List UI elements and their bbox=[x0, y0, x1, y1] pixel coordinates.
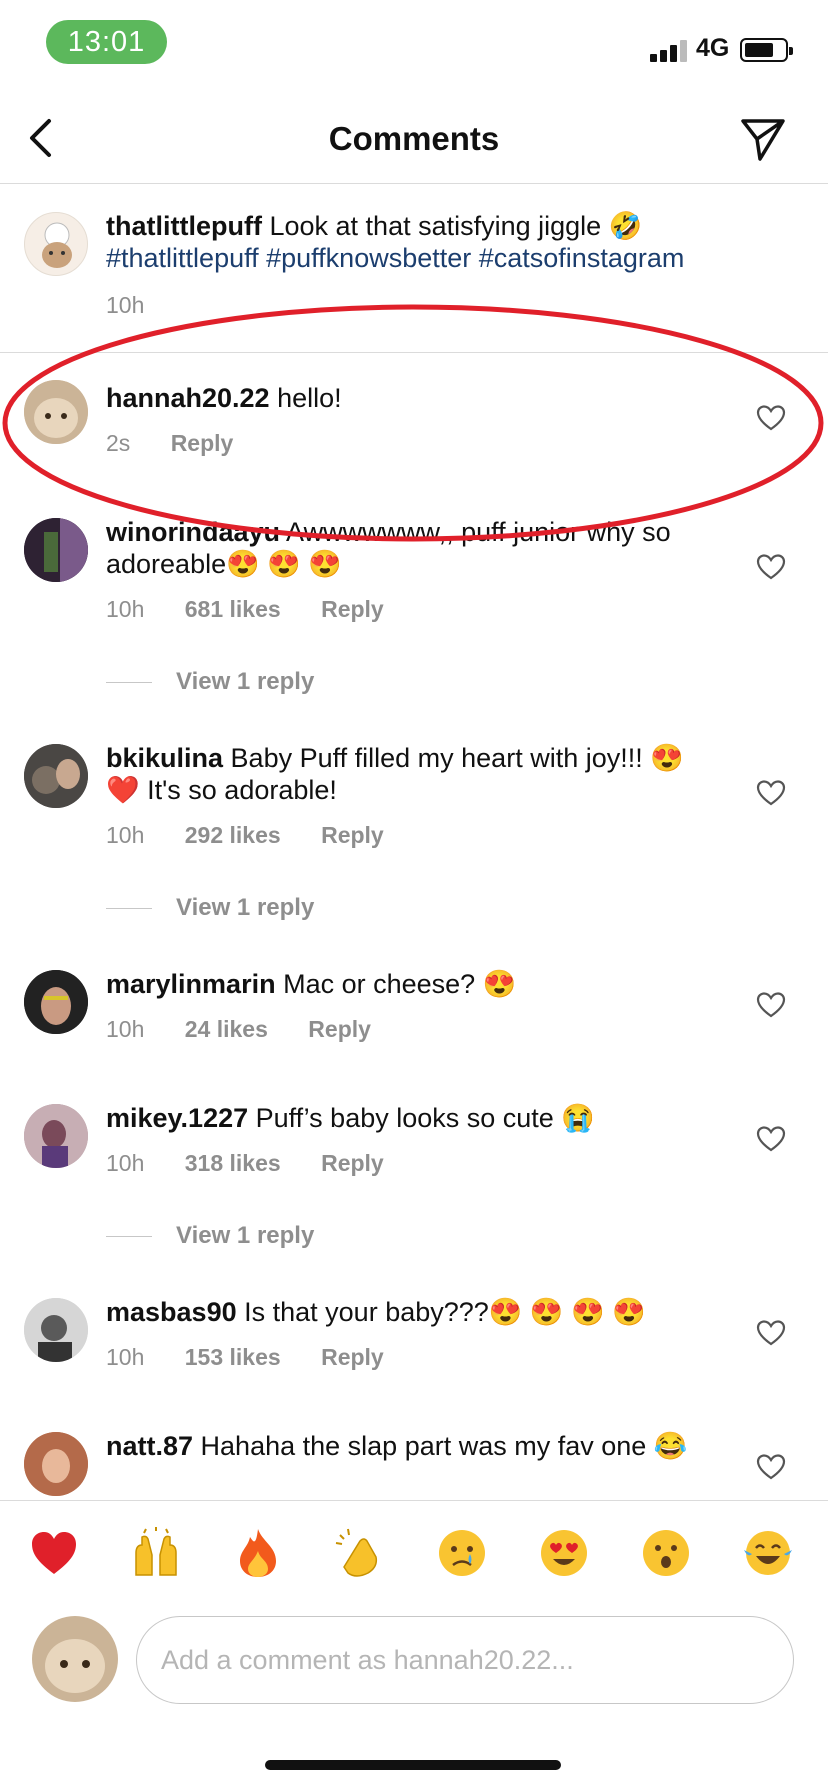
comment-row: hannah20.22 hello! 2s Reply bbox=[0, 360, 828, 490]
share-button[interactable] bbox=[738, 114, 788, 164]
view-replies-label: View 1 reply bbox=[176, 668, 315, 695]
comment-username[interactable]: winorindaayu bbox=[106, 517, 280, 547]
divider bbox=[0, 352, 828, 353]
like-heart-icon[interactable] bbox=[756, 1318, 786, 1348]
comment-likes[interactable]: 681 likes bbox=[185, 596, 281, 622]
comment-likes[interactable]: 24 likes bbox=[185, 1016, 268, 1042]
like-heart-icon[interactable] bbox=[756, 1452, 786, 1482]
comment-text: Is that your baby???😍 😍 😍 😍 bbox=[244, 1297, 646, 1327]
reply-button[interactable]: Reply bbox=[171, 430, 234, 456]
comment-text: Puff’s baby looks so cute 😭 bbox=[255, 1103, 595, 1133]
view-replies-button[interactable]: View 1 reply bbox=[106, 894, 314, 922]
caption-timestamp: 10h bbox=[106, 292, 145, 318]
comment-row: mikey.1227 Puff’s baby looks so cute 😭 1… bbox=[0, 1096, 828, 1286]
comment-timestamp: 10h bbox=[106, 1150, 145, 1176]
header-bar: Comments bbox=[0, 96, 828, 184]
like-heart-icon[interactable] bbox=[756, 1124, 786, 1154]
caption-hashtags[interactable]: #thatlittlepuff #puffknowsbetter #catsof… bbox=[106, 243, 684, 273]
reaction-heart-emoji[interactable] bbox=[26, 1525, 82, 1581]
quick-reaction-bar bbox=[0, 1500, 828, 1600]
comment-username[interactable]: masbas90 bbox=[106, 1297, 237, 1327]
reaction-raised-hands-emoji[interactable] bbox=[128, 1525, 184, 1581]
comment-row: winorindaayu Awwwwwww,, puff junior why … bbox=[0, 510, 828, 700]
view-replies-label: View 1 reply bbox=[176, 894, 315, 921]
comment-timestamp: 2s bbox=[106, 430, 131, 456]
home-indicator[interactable] bbox=[265, 1760, 561, 1770]
comment-username[interactable]: natt.87 bbox=[106, 1431, 193, 1461]
comment-timestamp: 10h bbox=[106, 596, 145, 622]
reaction-fire-emoji[interactable] bbox=[230, 1525, 286, 1581]
reply-button[interactable]: Reply bbox=[308, 1016, 371, 1042]
view-replies-button[interactable]: View 1 reply bbox=[106, 668, 314, 696]
avatar[interactable] bbox=[24, 380, 88, 444]
page-title: Comments bbox=[328, 120, 500, 157]
post-caption: thatlittlepuff Look at that satisfying j… bbox=[0, 184, 828, 324]
status-time: 13:01 bbox=[46, 20, 167, 64]
comment-row: natt.87 Hahaha the slap part was my fav … bbox=[0, 1424, 828, 1500]
avatar[interactable] bbox=[24, 744, 88, 808]
comment-row: marylinmarin Mac or cheese? 😍 10h 24 lik… bbox=[0, 962, 828, 1082]
reply-button[interactable]: Reply bbox=[321, 1344, 384, 1370]
avatar[interactable] bbox=[24, 518, 88, 582]
comment-username[interactable]: hannah20.22 bbox=[106, 383, 270, 413]
caption-text: Look at that satisfying jiggle 🤣 bbox=[269, 211, 643, 241]
comment-text: Hahaha the slap part was my fav one 😂 bbox=[200, 1431, 688, 1461]
comment-row: masbas90 Is that your baby???😍 😍 😍 😍 10h… bbox=[0, 1290, 828, 1410]
caption-username[interactable]: thatlittlepuff bbox=[106, 211, 262, 241]
reaction-surprised-face-emoji[interactable] bbox=[638, 1525, 694, 1581]
view-replies-button[interactable]: View 1 reply bbox=[106, 1222, 314, 1250]
comment-likes[interactable]: 292 likes bbox=[185, 822, 281, 848]
battery-icon bbox=[740, 38, 793, 62]
comment-row: bkikulina Baby Puff filled my heart with… bbox=[0, 736, 828, 926]
comment-text: Mac or cheese? 😍 bbox=[283, 969, 517, 999]
network-type: 4G bbox=[696, 34, 730, 62]
reply-button[interactable]: Reply bbox=[321, 596, 384, 622]
status-bar: 13:01 4G bbox=[0, 0, 828, 96]
comment-timestamp: 10h bbox=[106, 1344, 145, 1370]
reaction-tears-of-joy-emoji[interactable] bbox=[740, 1525, 796, 1581]
comment-username[interactable]: mikey.1227 bbox=[106, 1103, 248, 1133]
like-heart-icon[interactable] bbox=[756, 778, 786, 808]
comment-timestamp: 10h bbox=[106, 822, 145, 848]
comment-composer bbox=[0, 1600, 828, 1720]
reaction-heart-eyes-emoji[interactable] bbox=[536, 1525, 592, 1581]
comment-username[interactable]: marylinmarin bbox=[106, 969, 276, 999]
avatar bbox=[32, 1616, 118, 1702]
comment-username[interactable]: bkikulina bbox=[106, 743, 223, 773]
view-replies-label: View 1 reply bbox=[176, 1222, 315, 1249]
avatar[interactable] bbox=[24, 1104, 88, 1168]
reaction-crying-face-emoji[interactable] bbox=[434, 1525, 490, 1581]
paper-plane-icon bbox=[741, 119, 785, 161]
comment-likes[interactable]: 153 likes bbox=[185, 1344, 281, 1370]
reaction-clapping-hands-emoji[interactable] bbox=[332, 1525, 388, 1581]
like-heart-icon[interactable] bbox=[756, 403, 786, 433]
reply-button[interactable]: Reply bbox=[321, 1150, 384, 1176]
comment-input[interactable] bbox=[136, 1616, 794, 1704]
avatar[interactable] bbox=[24, 1298, 88, 1362]
avatar[interactable] bbox=[24, 1432, 88, 1496]
reply-button[interactable]: Reply bbox=[321, 822, 384, 848]
comment-text: hello! bbox=[277, 383, 342, 413]
avatar[interactable] bbox=[24, 212, 88, 276]
comment-timestamp: 10h bbox=[106, 1016, 145, 1042]
like-heart-icon[interactable] bbox=[756, 990, 786, 1020]
like-heart-icon[interactable] bbox=[756, 552, 786, 582]
comment-likes[interactable]: 318 likes bbox=[185, 1150, 281, 1176]
cellular-signal-icon bbox=[650, 38, 690, 62]
avatar[interactable] bbox=[24, 970, 88, 1034]
